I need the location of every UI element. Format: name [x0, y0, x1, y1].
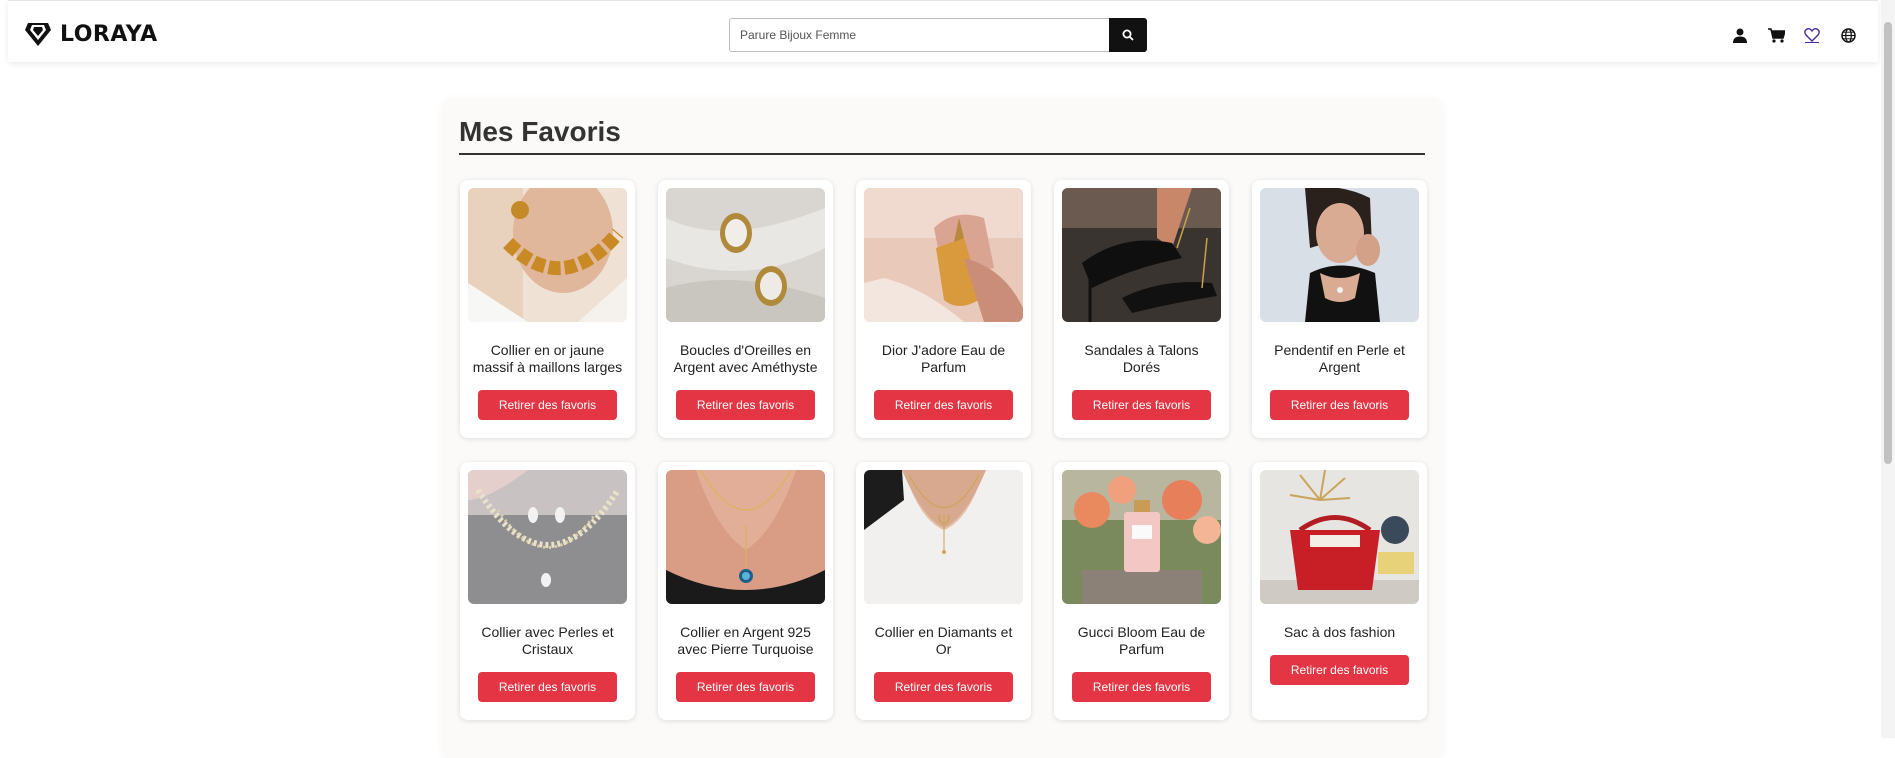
- product-image[interactable]: [1260, 470, 1419, 604]
- product-name: Dior J'adore Eau de Parfum: [881, 342, 1006, 375]
- heart-icon[interactable]: [1802, 25, 1822, 45]
- product-name: Sac à dos fashion: [1283, 624, 1396, 640]
- brand[interactable]: LORAYA: [24, 21, 158, 47]
- favorite-card: Collier avec Perles et Cristaux Retirer …: [460, 462, 635, 720]
- product-image[interactable]: [1260, 188, 1419, 322]
- user-icon[interactable]: [1730, 25, 1750, 45]
- favorite-card: Gucci Bloom Eau de Parfum Retirer des fa…: [1054, 462, 1229, 720]
- remove-favorite-button[interactable]: Retirer des favoris: [874, 390, 1013, 420]
- remove-favorite-button[interactable]: Retirer des favoris: [1072, 672, 1211, 702]
- remove-favorite-button[interactable]: Retirer des favoris: [1270, 390, 1409, 420]
- remove-favorite-button[interactable]: Retirer des favoris: [1072, 390, 1211, 420]
- diamond-logo-icon: [25, 23, 51, 46]
- remove-favorite-button[interactable]: Retirer des favoris: [478, 672, 617, 702]
- product-image[interactable]: [1062, 470, 1221, 604]
- product-image[interactable]: [468, 188, 627, 322]
- remove-favorite-button[interactable]: Retirer des favoris: [676, 672, 815, 702]
- favorite-card: Sandales à Talons Dorés Retirer des favo…: [1054, 180, 1229, 438]
- favorite-card: Dior J'adore Eau de Parfum Retirer des f…: [856, 180, 1031, 438]
- product-image[interactable]: [468, 470, 627, 604]
- remove-favorite-button[interactable]: Retirer des favoris: [676, 390, 815, 420]
- remove-favorite-button[interactable]: Retirer des favoris: [478, 390, 617, 420]
- page-scrollbar[interactable]: [1881, 0, 1895, 738]
- product-name: Pendentif en Perle et Argent: [1274, 342, 1405, 375]
- search-icon: [1122, 29, 1134, 41]
- product-image[interactable]: [666, 470, 825, 604]
- nav-icons: [1730, 25, 1858, 45]
- product-image[interactable]: [864, 470, 1023, 604]
- product-image[interactable]: [1062, 188, 1221, 322]
- favorite-card: Collier en or jaune massif à maillons la…: [460, 180, 635, 438]
- favorites-grid: Collier en or jaune massif à maillons la…: [460, 180, 1427, 720]
- product-name: Gucci Bloom Eau de Parfum: [1077, 624, 1206, 657]
- product-name: Sandales à Talons Dorés: [1084, 342, 1199, 375]
- navbar: LORAYA: [8, 0, 1878, 62]
- cart-icon[interactable]: [1766, 25, 1786, 45]
- globe-icon[interactable]: [1838, 25, 1858, 45]
- product-name: Collier en Diamants et Or: [874, 624, 1013, 657]
- product-image[interactable]: [864, 188, 1023, 322]
- favorite-card: Collier en Diamants et Or Retirer des fa…: [856, 462, 1031, 720]
- product-name: Collier en Argent 925 avec Pierre Turquo…: [677, 624, 814, 657]
- page-title: Mes Favoris: [459, 116, 621, 147]
- remove-favorite-button[interactable]: Retirer des favoris: [1270, 655, 1409, 685]
- favorite-card: Pendentif en Perle et Argent Retirer des…: [1252, 180, 1427, 438]
- scrollbar-thumb[interactable]: [1884, 22, 1892, 464]
- search-button[interactable]: [1109, 18, 1147, 52]
- product-name: Boucles d'Oreilles en Argent avec Améthy…: [673, 342, 818, 375]
- favorites-panel: Mes Favoris Collier en or jaune massif à…: [443, 98, 1442, 758]
- search-input[interactable]: [729, 18, 1109, 52]
- remove-favorite-button[interactable]: Retirer des favoris: [874, 672, 1013, 702]
- product-image[interactable]: [666, 188, 825, 322]
- favorite-card: Sac à dos fashion Retirer des favoris: [1252, 462, 1427, 720]
- brand-name: LORAYA: [60, 21, 158, 47]
- title-divider: [459, 153, 1425, 155]
- favorite-card: Boucles d'Oreilles en Argent avec Améthy…: [658, 180, 833, 438]
- product-name: Collier avec Perles et Cristaux: [481, 624, 614, 657]
- product-name: Collier en or jaune massif à maillons la…: [472, 342, 623, 375]
- search-bar: [729, 18, 1147, 52]
- favorite-card: Collier en Argent 925 avec Pierre Turquo…: [658, 462, 833, 720]
